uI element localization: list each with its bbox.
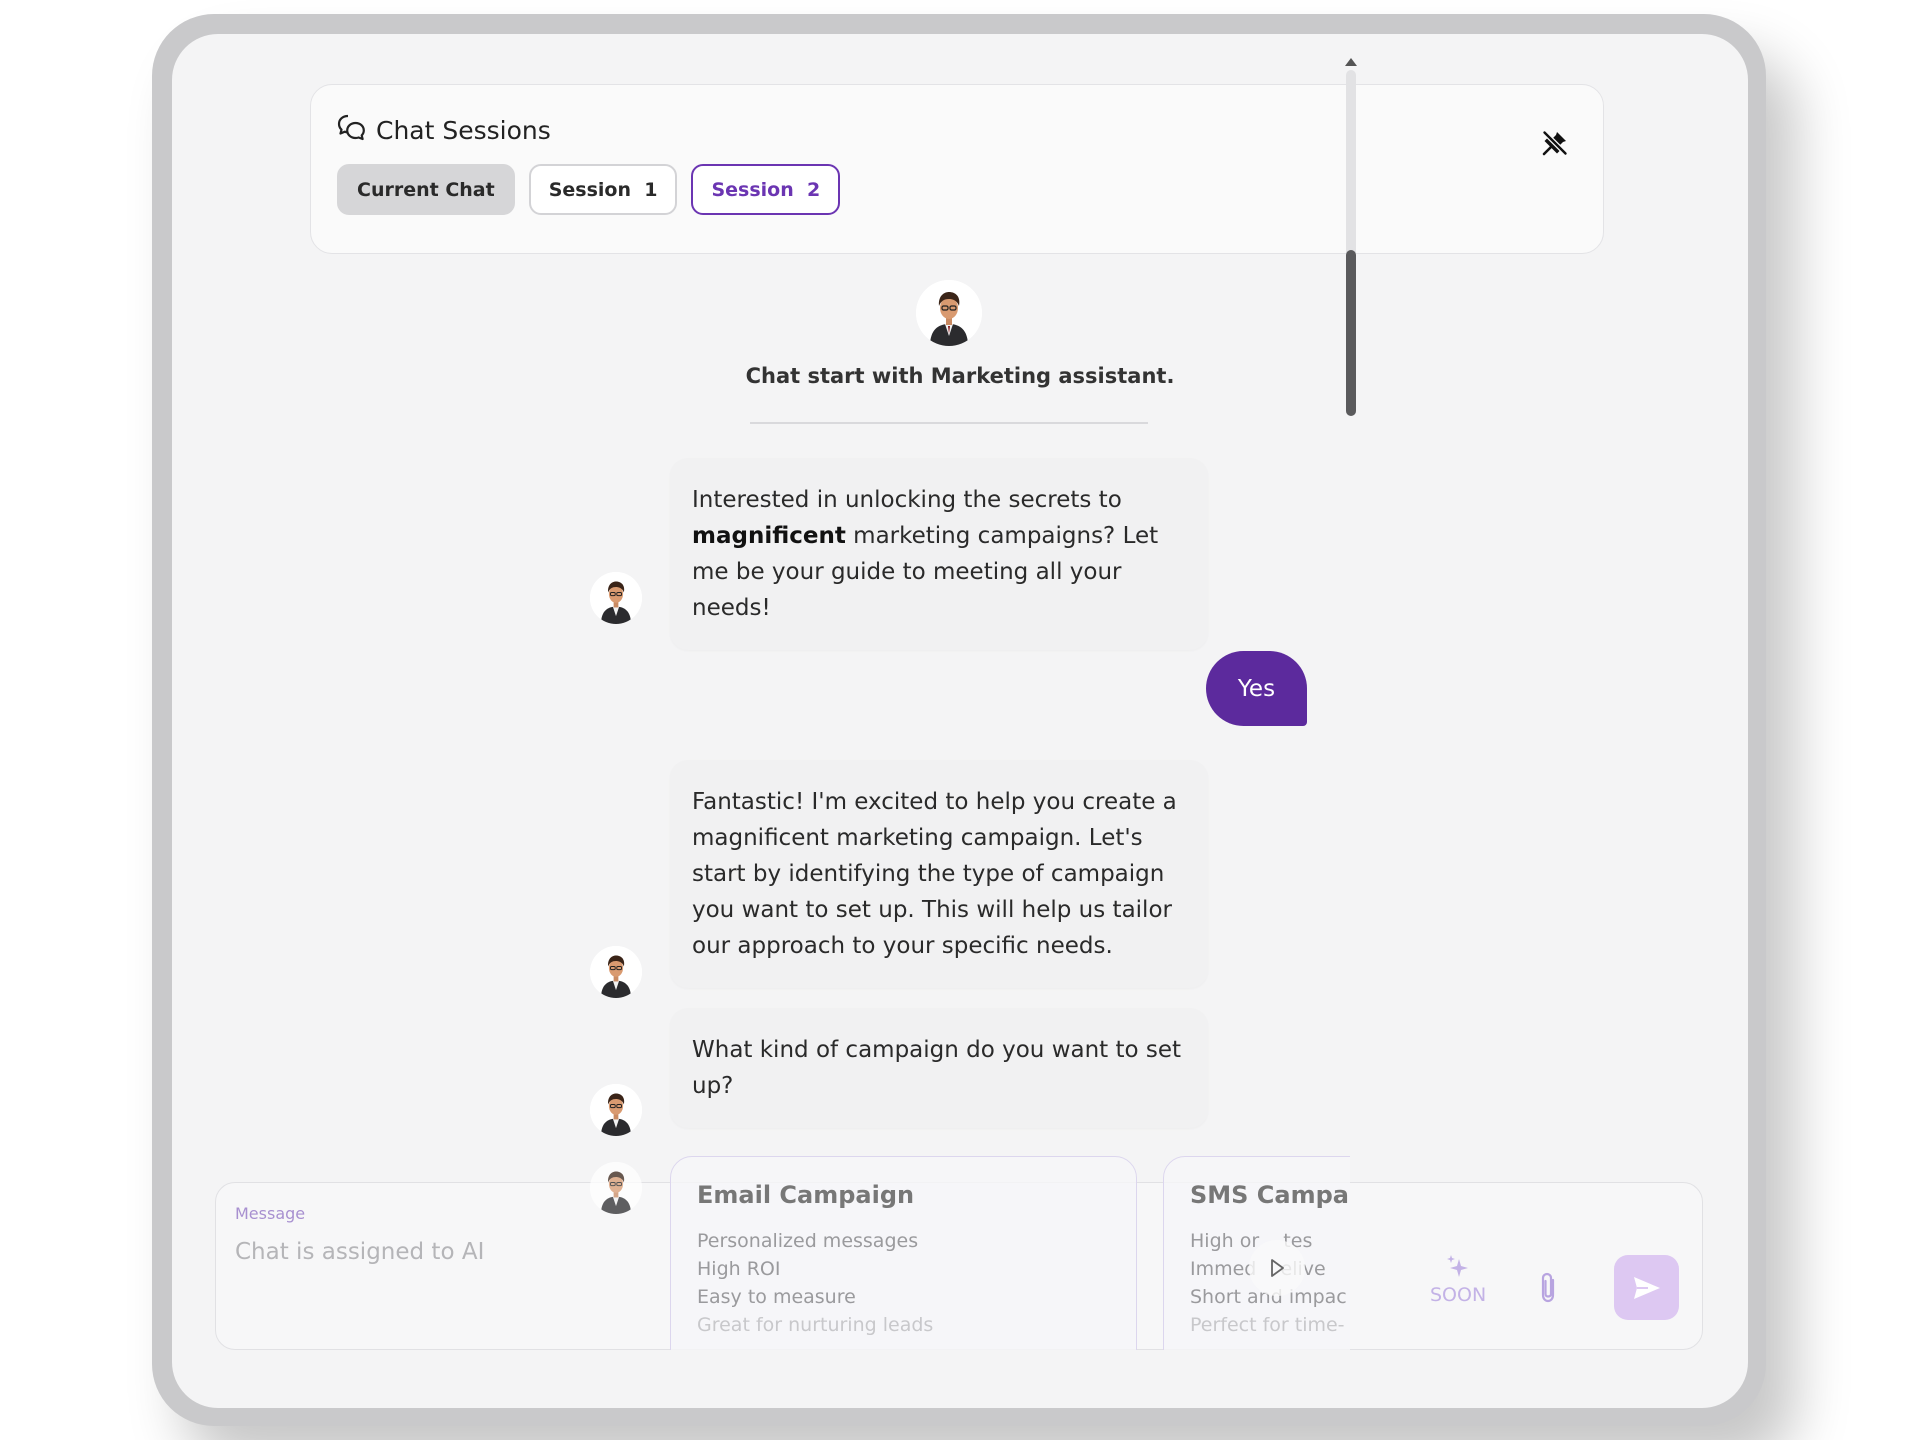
scrollbar-thumb[interactable] [1346,250,1356,416]
option-title: Email Campaign [697,1181,915,1209]
message-input[interactable]: Chat is assigned to AI [235,1239,484,1265]
assistant-avatar [590,1084,642,1136]
message-label: Message [235,1204,306,1223]
chat-start-divider [750,422,1148,424]
message-text: What kind of campaign do you want to set… [692,1037,1182,1099]
sparkle-icon [1430,1253,1486,1286]
assistant-avatar [590,946,642,998]
sessions-header: Chat Sessions [337,113,551,147]
option-feature: Great for nurturing leads [697,1314,934,1336]
assistant-message: What kind of campaign do you want to set… [670,1008,1208,1128]
scroll-up-arrow[interactable] [1345,58,1357,66]
scrollbar-thumb-top [1346,78,1356,250]
session-tabs: Current Chat Session 1 Session 2 [337,164,841,215]
message-bold-text: magnificent [692,523,846,549]
pin-off-icon[interactable] [1541,129,1569,161]
option-feature: Perfect for time- [1190,1314,1345,1336]
assistant-message: Interested in unlocking the secrets to m… [670,458,1208,650]
message-text: Fantastic! I'm excited to help you creat… [692,789,1177,959]
assistant-avatar-large [916,280,982,346]
campaign-options: Email Campaign Personalized messages Hig… [670,1156,1350,1350]
option-feature: Personalized messages [697,1230,919,1252]
soon-label: SOON [1430,1284,1487,1306]
assistant-message: Fantastic! I'm excited to help you creat… [670,760,1208,988]
option-feature: High ROI [697,1258,781,1280]
chat-start-text: Chat start with Marketing assistant. [745,364,1175,388]
option-title: SMS Campaig [1190,1181,1350,1209]
paperclip-icon[interactable] [1538,1271,1560,1309]
play-icon [1271,1259,1284,1277]
tab-session-2[interactable]: Session 2 [691,164,841,215]
send-icon [1633,1276,1660,1299]
app-screen: Chat Sessions Current Chat Session 1 Ses… [172,34,1748,1408]
message-text: Interested in unlocking the secrets to [692,487,1122,513]
user-message: Yes [1206,651,1307,726]
assistant-avatar [590,1162,642,1214]
carousel-next-button[interactable] [1249,1240,1305,1296]
assistant-avatar [590,572,642,624]
chat-sessions-panel: Chat Sessions Current Chat Session 1 Ses… [310,84,1604,254]
tab-session-1[interactable]: Session 1 [528,164,678,215]
sessions-title: Chat Sessions [376,115,551,145]
ai-suggest-button[interactable]: SOON [1430,1253,1486,1306]
chat-bubbles-icon [337,113,367,147]
option-feature: Easy to measure [697,1286,856,1308]
tab-current-chat[interactable]: Current Chat [337,164,515,215]
option-card-email[interactable]: Email Campaign Personalized messages Hig… [670,1156,1137,1350]
send-button[interactable] [1614,1255,1679,1320]
